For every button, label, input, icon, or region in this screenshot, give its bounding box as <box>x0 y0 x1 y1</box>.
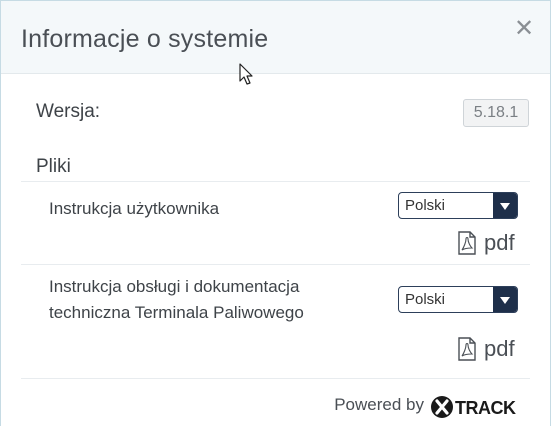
dialog-title: Informacje o systemie <box>21 25 269 53</box>
svg-text:TRACK: TRACK <box>455 398 516 418</box>
powered-by-text: Powered by <box>334 395 424 414</box>
chevron-down-icon <box>493 287 517 312</box>
file-name-technical-docs-line1: Instrukcja obsługi i dokumentacja <box>49 277 300 296</box>
pdf-link-label: pdf <box>484 230 515 255</box>
files-section-label: Pliki <box>36 156 71 177</box>
pdf-link-label: pdf <box>484 336 515 361</box>
pdf-link-user-manual[interactable]: pdf <box>457 229 521 257</box>
language-select-user-manual[interactable]: Polski <box>398 192 518 219</box>
mouse-pointer-icon <box>239 63 253 85</box>
divider <box>21 378 530 379</box>
pdf-file-icon <box>458 231 476 255</box>
language-select-technical-docs[interactable]: Polski <box>398 286 518 313</box>
chevron-down-icon <box>493 193 517 218</box>
system-info-dialog: Informacje o systemie ✕ Wersja: 5.18.1 P… <box>0 0 551 426</box>
dialog-footer: Powered by TRACK <box>298 393 528 421</box>
divider <box>21 181 530 182</box>
pdf-file-icon <box>458 337 476 361</box>
language-select-value: Polski <box>405 291 446 308</box>
version-label: Wersja: <box>36 101 101 122</box>
xtrack-logo: TRACK <box>431 396 516 418</box>
close-icon[interactable]: ✕ <box>512 17 536 41</box>
pdf-link-technical-docs[interactable]: pdf <box>457 335 521 363</box>
file-name-technical-docs-line2: techniczna Terminala Paliwowego <box>49 303 304 322</box>
version-value-badge: 5.18.1 <box>463 99 529 127</box>
file-name-user-manual: Instrukcja użytkownika <box>49 199 220 218</box>
dialog-header: Informacje o systemie ✕ <box>1 1 550 74</box>
divider <box>21 264 530 265</box>
language-select-value: Polski <box>405 197 446 214</box>
